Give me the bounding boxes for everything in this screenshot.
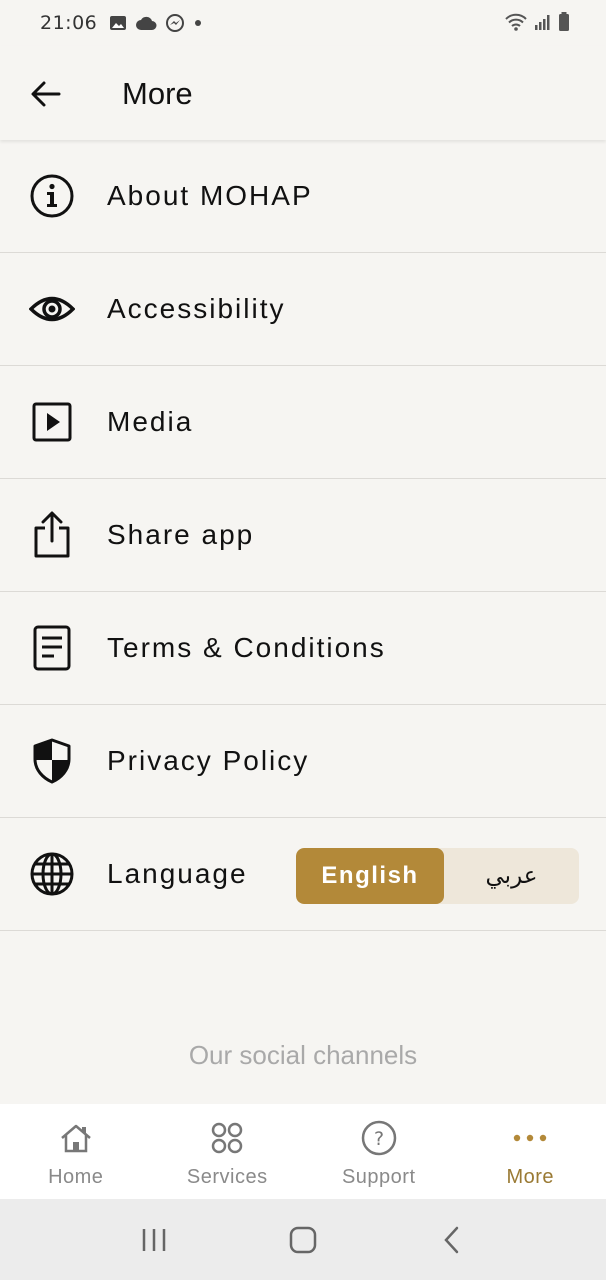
grid-icon <box>209 1120 245 1156</box>
recent-apps-icon <box>143 1228 166 1251</box>
back-button[interactable] <box>26 74 66 114</box>
eye-icon <box>28 285 76 333</box>
more-dots-icon <box>512 1120 548 1156</box>
bottom-nav: Home Services ? Support More <box>0 1104 606 1199</box>
back-system-button[interactable] <box>422 1210 482 1270</box>
play-icon <box>28 398 76 446</box>
recent-apps-button[interactable] <box>124 1210 184 1270</box>
nav-item-more[interactable]: More <box>455 1104 606 1199</box>
wifi-icon <box>505 13 527 31</box>
image-icon <box>110 16 127 30</box>
battery-icon <box>559 12 569 31</box>
page-title: More <box>122 76 193 111</box>
menu-item-about[interactable]: About MOHAP <box>0 140 606 253</box>
language-toggle: English عربي <box>296 848 579 904</box>
menu-item-label: Media <box>107 406 194 437</box>
menu-list: About MOHAP Accessibility Media Share ap… <box>0 140 606 931</box>
menu-item-accessibility[interactable]: Accessibility <box>0 253 606 366</box>
shield-icon <box>28 737 76 785</box>
system-nav-bar <box>0 1199 606 1280</box>
share-icon <box>28 511 76 559</box>
menu-item-label: Accessibility <box>107 293 286 324</box>
menu-item-label: About MOHAP <box>107 180 313 211</box>
status-icons-left <box>109 13 203 33</box>
home-system-button[interactable] <box>273 1210 333 1270</box>
messenger-icon <box>166 14 185 32</box>
menu-item-privacy[interactable]: Privacy Policy <box>0 705 606 818</box>
status-time: 21:06 <box>40 12 98 34</box>
menu-item-terms[interactable]: Terms & Conditions <box>0 592 606 705</box>
menu-item-label: Language <box>107 858 248 889</box>
menu-item-language: Language English عربي <box>0 818 606 931</box>
menu-item-label: Terms & Conditions <box>107 632 386 663</box>
cloud-icon <box>136 16 157 30</box>
nav-label-services: Services <box>186 1166 268 1188</box>
document-icon <box>28 624 76 672</box>
help-icon: ? <box>361 1120 397 1156</box>
dot-icon <box>195 20 202 26</box>
globe-icon <box>28 850 76 898</box>
language-option-arabic[interactable]: عربي <box>444 848 579 904</box>
nav-item-home[interactable]: Home <box>0 1104 152 1199</box>
nav-label-support: Support <box>341 1166 416 1188</box>
status-icons-right <box>504 12 570 32</box>
nav-label-more: More <box>506 1166 555 1188</box>
status-bar: 21:06 <box>0 0 606 46</box>
menu-item-media[interactable]: Media <box>0 366 606 479</box>
nav-item-support[interactable]: ? Support <box>303 1104 455 1199</box>
menu-item-label: Privacy Policy <box>107 745 310 776</box>
chevron-left-icon <box>443 1226 458 1253</box>
language-option-english[interactable]: English <box>296 848 444 904</box>
home-square-icon <box>289 1226 317 1253</box>
nav-item-services[interactable]: Services <box>152 1104 304 1199</box>
nav-label-home: Home <box>48 1166 104 1188</box>
info-icon <box>28 172 76 220</box>
menu-item-label: Share app <box>107 519 255 550</box>
arrow-left-icon <box>31 81 61 107</box>
home-icon <box>58 1120 94 1156</box>
app-bar: More <box>0 46 606 140</box>
signal-icon <box>535 15 550 30</box>
social-channels-title: Our social channels <box>188 1040 418 1070</box>
svg-text:?: ? <box>374 1128 384 1150</box>
menu-item-share[interactable]: Share app <box>0 479 606 592</box>
